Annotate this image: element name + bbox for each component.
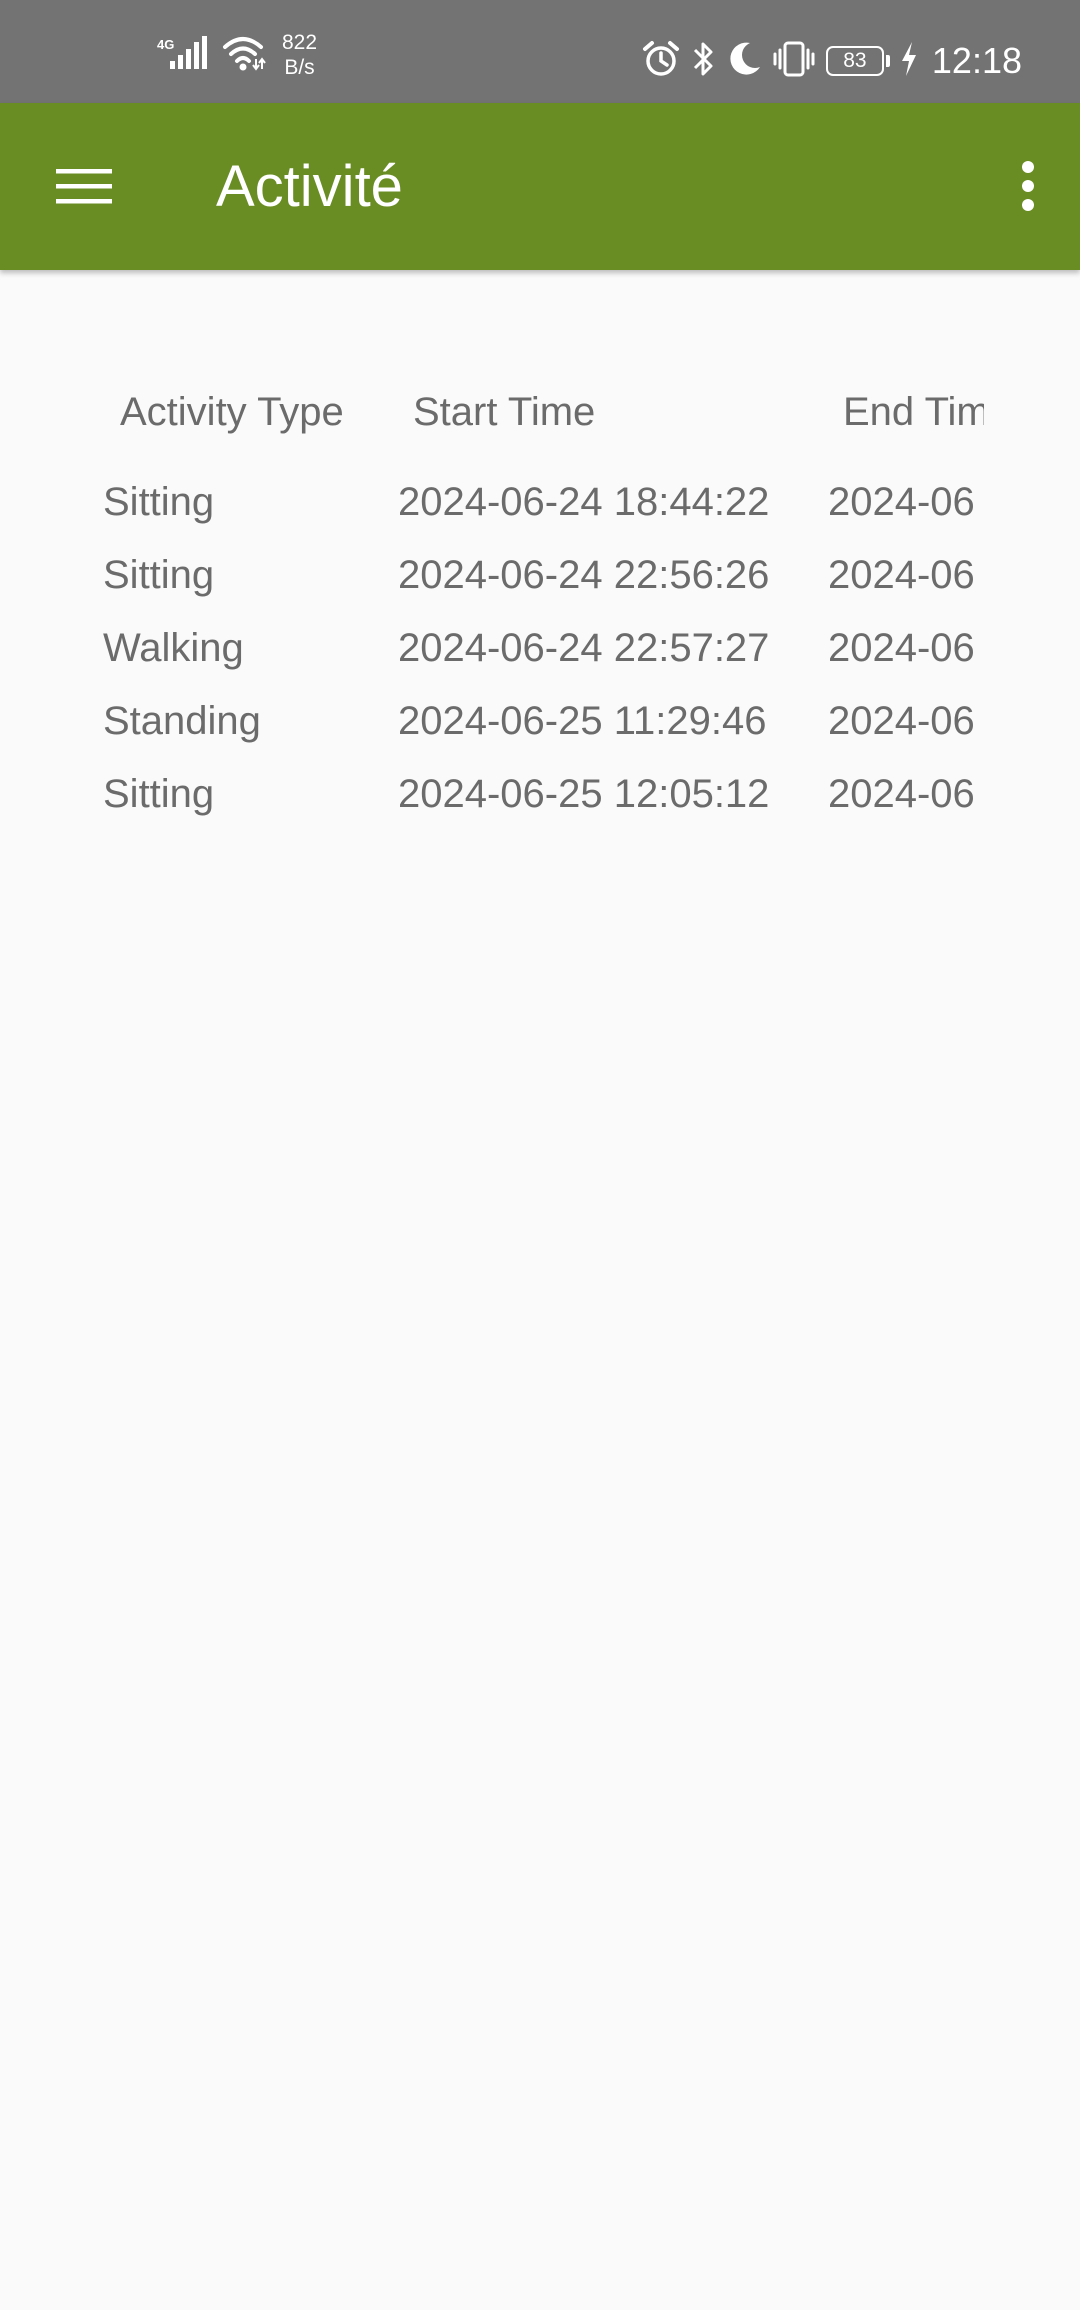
table-cell-activity-type: Walking [103, 626, 244, 670]
battery-tip [885, 55, 890, 67]
table-cell-activity-type: Sitting [103, 772, 215, 816]
table-cell-activity-type: Standing [103, 699, 261, 743]
network-type-label: 4G [157, 37, 174, 52]
battery-indicator: 83 [825, 46, 890, 76]
table-cell-start-time: 2024-06-24 22:56:26 [398, 553, 770, 597]
network-speed-value: 822 [282, 31, 318, 54]
battery-level: 83 [825, 46, 884, 76]
vibrate-icon [772, 40, 816, 83]
hamburger-menu-icon [44, 169, 124, 223]
table-cell-end-time: 2024-06 [828, 626, 975, 670]
wifi-icon [222, 33, 266, 78]
column-header-end-time: End Tim [843, 390, 984, 434]
table-cell-end-time: 2024-06 [828, 480, 975, 524]
more-options-button[interactable] [998, 153, 1058, 225]
network-speed-unit: B/s [284, 56, 315, 79]
table-cell-start-time: 2024-06-24 22:57:27 [398, 626, 770, 670]
table-cell-activity-type: Sitting [103, 553, 215, 597]
do-not-disturb-moon-icon [728, 41, 762, 82]
page-title: Activité [216, 154, 403, 219]
status-bar-left: 4G 822 B/s [156, 30, 317, 80]
network-speed: 822 B/s [282, 30, 317, 80]
alarm-icon [642, 40, 680, 83]
menu-button[interactable] [44, 155, 124, 219]
table-cell-activity-type: Sitting [103, 480, 215, 524]
bluetooth-icon [690, 40, 718, 83]
more-vertical-icon [998, 161, 1058, 229]
column-header-activity-type: Activity Type [120, 390, 344, 434]
column-header-start-time: Start Time [413, 390, 596, 434]
status-bar: 4G 822 B/s 83 12:18 [0, 0, 1080, 103]
activity-table[interactable]: Activity Type Start Time End Tim Sitting… [0, 270, 984, 870]
table-cell-start-time: 2024-06-25 12:05:12 [398, 772, 770, 816]
cellular-signal-icon: 4G [156, 33, 212, 78]
status-time: 12:18 [931, 40, 1022, 81]
table-cell-end-time: 2024-06 [828, 699, 975, 743]
table-cell-end-time: 2024-06 [828, 553, 975, 597]
table-cell-start-time: 2024-06-25 11:29:46 [398, 699, 767, 743]
app-bar: Activité [0, 103, 1080, 270]
table-cell-end-time: 2024-06 [828, 772, 975, 816]
table-cell-start-time: 2024-06-24 18:44:22 [398, 480, 770, 524]
status-bar-right: 83 12:18 [642, 36, 1022, 86]
charging-bolt-icon [900, 41, 918, 82]
